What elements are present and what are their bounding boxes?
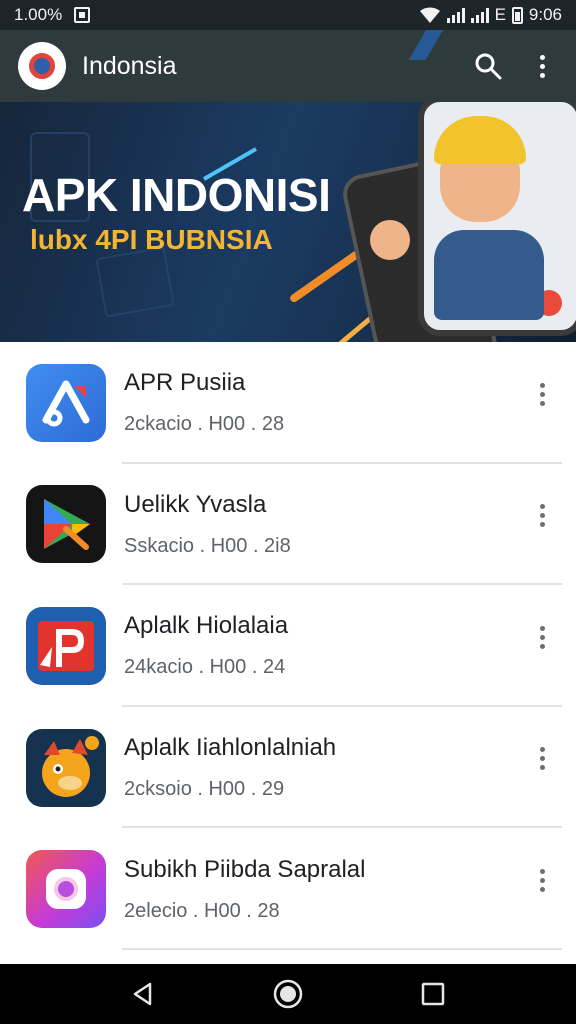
wifi-icon xyxy=(419,7,440,24)
camera-icon xyxy=(26,850,106,929)
mascot-icon xyxy=(26,728,106,807)
apk-icon xyxy=(26,363,106,442)
mascot-logo xyxy=(42,735,99,797)
app-name: Subikh Piibda Sapralal xyxy=(124,855,366,883)
more-vert-icon[interactable] xyxy=(530,864,554,896)
status-time: 9:06 xyxy=(528,5,562,24)
recents-button[interactable] xyxy=(413,974,453,1014)
app-title: Indonsia xyxy=(82,51,177,80)
app-name: Uelikk Yvasla xyxy=(124,490,267,518)
mascot-image xyxy=(434,230,544,320)
back-icon xyxy=(133,982,151,1006)
play-logo xyxy=(44,499,90,551)
signal-icon-2 xyxy=(470,7,489,23)
screen: 1.00% E 9:06 Indonsia APK INDONISI lubx … xyxy=(0,0,576,1024)
app-list: APR Pusiia 2ckacio . H00 . 28 Uelikk Yva… xyxy=(0,342,576,964)
search-icon xyxy=(475,53,502,80)
mascot-arm xyxy=(370,220,410,260)
search-button[interactable] xyxy=(472,50,504,82)
more-vert-icon[interactable] xyxy=(526,50,558,82)
list-item-texts: Aplalk Hiolalaia 24kacio . H00 . 24 xyxy=(124,612,288,679)
list-item[interactable]: Subikh Piibda Sapralal 2elecio . H00 . 2… xyxy=(0,828,576,950)
home-icon xyxy=(273,979,303,1009)
list-item[interactable]: Aplalk Hiolalaia 24kacio . H00 . 24 xyxy=(0,585,576,707)
app-logo-icon[interactable] xyxy=(18,42,66,90)
p-logo xyxy=(38,620,94,671)
more-vert-icon[interactable] xyxy=(530,743,554,775)
battery-percent: 1.00% xyxy=(14,5,63,24)
network-type-label: E xyxy=(494,5,506,24)
signal-icon xyxy=(446,7,465,23)
list-item-texts: Aplalk Iiahlonlalniah 2cksoio . H00 . 29 xyxy=(124,734,336,801)
list-item-texts: APR Pusiia 2ckacio . H00 . 28 xyxy=(124,369,284,436)
battery-icon xyxy=(511,6,523,24)
play-store-icon xyxy=(26,485,106,564)
app-name: Aplalk Hiolalaia xyxy=(124,612,289,640)
app-meta: 2ckacio . H00 . 28 xyxy=(124,413,285,436)
app-meta: 2elecio . H00 . 28 xyxy=(124,899,280,922)
home-button[interactable] xyxy=(268,974,308,1014)
app-meta: 24kacio . H00 . 24 xyxy=(124,656,286,679)
apk-logo xyxy=(42,380,90,427)
logo-ring xyxy=(29,53,55,79)
app-name: APR Pusiia xyxy=(124,369,246,397)
back-button[interactable] xyxy=(123,974,163,1014)
notification-icon xyxy=(74,7,91,23)
list-item[interactable]: Aplalk Iiahlonlalniah 2cksoio . H00 . 29 xyxy=(0,707,576,829)
more-vert-icon[interactable] xyxy=(530,621,554,653)
app-bar: Indonsia xyxy=(0,30,576,102)
list-item-texts: Subikh Piibda Sapralal 2elecio . H00 . 2… xyxy=(124,856,366,923)
status-right: E 9:06 xyxy=(419,5,562,25)
promo-banner[interactable]: APK INDONISI lubx 4PI BUBNSIA xyxy=(0,102,576,342)
status-bar: 1.00% E 9:06 xyxy=(0,0,576,30)
status-left: 1.00% xyxy=(14,5,91,25)
banner-subtitle: lubx 4PI BUBNSIA xyxy=(30,224,273,255)
p-letter-icon xyxy=(26,606,106,685)
list-item[interactable]: Uelikk Yvasla Sskacio . H00 . 2i8 xyxy=(0,464,576,586)
app-bar-actions xyxy=(472,50,558,82)
list-item-texts: Uelikk Yvasla Sskacio . H00 . 2i8 xyxy=(124,491,291,558)
banner-title: APK INDONISI xyxy=(22,169,331,221)
navigation-bar xyxy=(0,964,576,1024)
recents-icon xyxy=(422,982,445,1006)
app-meta: 2cksoio . H00 . 29 xyxy=(124,778,285,801)
banner-decoration xyxy=(95,246,175,318)
app-meta: Sskacio . H00 . 2i8 xyxy=(124,534,291,557)
more-vert-icon[interactable] xyxy=(530,378,554,410)
list-item[interactable]: APR Pusiia 2ckacio . H00 . 28 xyxy=(0,342,576,464)
more-vert-icon[interactable] xyxy=(530,500,554,532)
camera-lens xyxy=(54,877,78,902)
divider xyxy=(122,947,562,950)
app-name: Aplalk Iiahlonlalniah xyxy=(124,734,337,762)
